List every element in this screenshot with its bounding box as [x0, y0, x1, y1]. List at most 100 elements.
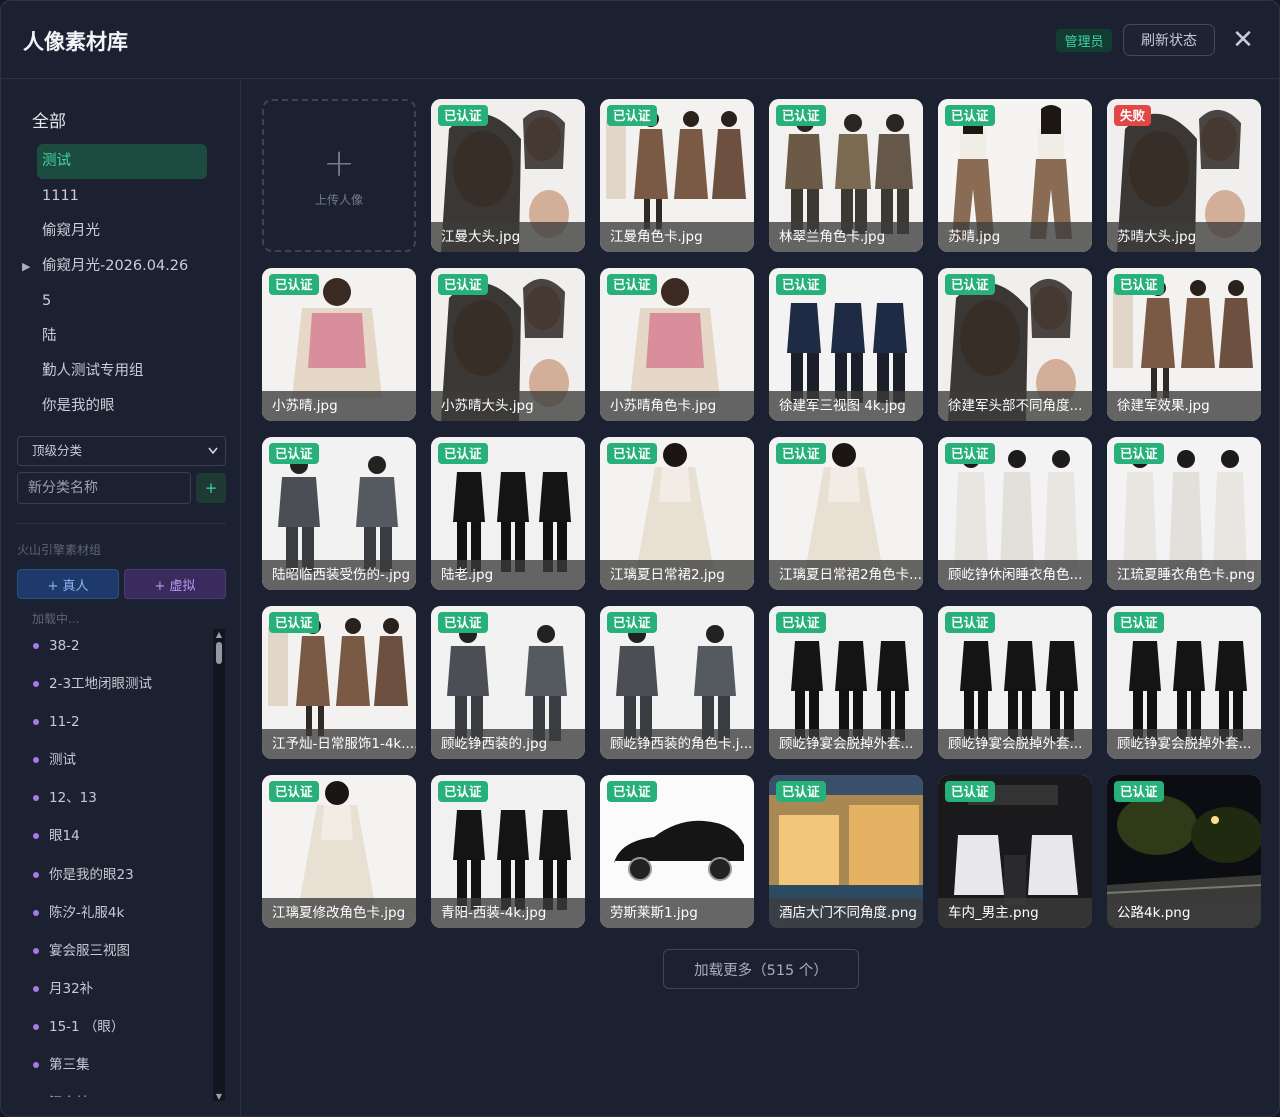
group-item[interactable]: 陈汐-礼服4k	[33, 894, 211, 932]
portrait-tile[interactable]: 已认证 徐建军头部不同角度...	[938, 268, 1092, 421]
group-label: 眼14	[49, 828, 80, 845]
portrait-tile[interactable]: 已认证 江琉夏睡衣角色卡.png	[1107, 437, 1261, 590]
status-badge: 已认证	[269, 781, 319, 802]
portrait-tile[interactable]: 已认证小苏晴大头.jpg	[431, 268, 585, 421]
portrait-tile[interactable]: 已认证 公路4k.png	[1107, 775, 1261, 928]
status-badge: 已认证	[269, 443, 319, 464]
status-badge: 已认证	[438, 781, 488, 802]
file-name-caption: 小苏晴.jpg	[262, 391, 416, 421]
category-item[interactable]: 你是我的眼	[37, 389, 207, 424]
group-list-scrollbar[interactable]: ▲ ▼	[213, 629, 225, 1101]
add-real-person-button[interactable]: + 真人	[17, 569, 119, 599]
portrait-tile[interactable]: 已认证 江璃夏日常裙2角色卡....	[769, 437, 923, 590]
group-item[interactable]: 38-2	[33, 627, 211, 665]
load-more-button[interactable]: 加载更多（515 个）	[663, 949, 859, 989]
portrait-tile[interactable]: 已认证 陆昭临西装受伤的-.jpg	[262, 437, 416, 590]
group-item[interactable]: 2-3工地闭眼测试	[33, 665, 211, 703]
portrait-tile[interactable]: 已认证 小苏晴角色卡.jpg	[600, 268, 754, 421]
expand-arrow-icon[interactable]: ▶	[22, 249, 30, 284]
status-badge: 已认证	[438, 612, 488, 633]
status-badge: 已认证	[945, 612, 995, 633]
portrait-tile[interactable]: 已认证 江曼角色卡.jpg	[600, 99, 754, 252]
group-item[interactable]: 12、13	[33, 779, 211, 817]
status-badge: 已认证	[607, 274, 657, 295]
category-item[interactable]: 陆	[37, 319, 207, 354]
category-item[interactable]: 1111	[37, 179, 207, 214]
new-category-input[interactable]: 新分类名称	[17, 472, 191, 504]
portrait-tile[interactable]: 已认证 顾屹铮宴会脱掉外套...	[938, 606, 1092, 759]
group-item[interactable]: 江宇灿一	[33, 1084, 211, 1097]
portrait-tile[interactable]: 已认证 江璃夏日常裙2.jpg	[600, 437, 754, 590]
portrait-tile[interactable]: 已认证 苏晴.jpg	[938, 99, 1092, 252]
portrait-tile[interactable]: 已认证 青阳-西装-4k.jpg	[431, 775, 585, 928]
portrait-tile[interactable]: 失败 苏晴大头.jpg	[1107, 99, 1261, 252]
portrait-tile[interactable]: 已认证 顾屹铮休闲睡衣角色...	[938, 437, 1092, 590]
add-category-button[interactable]: +	[196, 473, 226, 503]
group-dot-icon	[33, 909, 39, 916]
file-name-caption: 陆老.jpg	[431, 560, 585, 590]
portrait-tile[interactable]: 已认证 江璃夏修改角色卡.jpg	[262, 775, 416, 928]
refresh-status-button[interactable]: 刷新状态	[1123, 24, 1215, 56]
add-virtual-person-button[interactable]: + 虚拟	[124, 569, 226, 599]
scroll-down-icon[interactable]: ▼	[213, 1091, 225, 1101]
file-name-caption: 顾屹铮西装的角色卡.j...	[600, 729, 754, 759]
portrait-tile[interactable]: 已认证 江曼大头.jpg	[431, 99, 585, 252]
portrait-tile[interactable]: 已认证 小苏晴.jpg	[262, 268, 416, 421]
portrait-tile[interactable]: 已认证顾屹铮西装的.jpg	[431, 606, 585, 759]
portrait-tile[interactable]: 已认证 顾屹铮西装的角色卡.j...	[600, 606, 754, 759]
group-item[interactable]: 测试	[33, 741, 211, 779]
close-icon[interactable]: ✕	[1229, 25, 1257, 55]
category-item[interactable]: 偷窥月光	[37, 214, 207, 249]
file-name-caption: 顾屹铮西装的.jpg	[431, 729, 585, 759]
category-all[interactable]: 全部	[32, 107, 66, 132]
group-item[interactable]: 眼14	[33, 817, 211, 855]
portrait-tile[interactable]: 已认证 江予灿-日常服饰1-4k....	[262, 606, 416, 759]
group-label: 月32补	[49, 980, 94, 997]
status-badge: 已认证	[776, 105, 826, 126]
group-dot-icon	[33, 1023, 39, 1030]
group-label: 你是我的眼23	[49, 866, 134, 883]
file-name-caption: 劳斯莱斯1.jpg	[600, 898, 754, 928]
category-item[interactable]: 5	[37, 284, 207, 319]
status-badge: 已认证	[945, 443, 995, 464]
status-badge: 已认证	[438, 274, 488, 295]
file-name-caption: 酒店大门不同角度.png	[769, 898, 923, 928]
portrait-tile[interactable]: 已认证 徐建军效果.jpg	[1107, 268, 1261, 421]
group-item[interactable]: 15-1 （眼）	[33, 1008, 211, 1046]
group-dot-icon	[33, 757, 39, 764]
file-name-caption: 江璃夏日常裙2角色卡....	[769, 560, 923, 590]
portrait-tile[interactable]: 已认证 徐建军三视图 4k.jpg	[769, 268, 923, 421]
portrait-tile[interactable]: 已认证 陆老.jpg	[431, 437, 585, 590]
scroll-up-icon[interactable]: ▲	[213, 629, 225, 639]
group-label: 2-3工地闭眼测试	[49, 676, 153, 693]
category-item[interactable]: 勤人测试专用组	[37, 354, 207, 389]
group-item[interactable]: 11-2	[33, 703, 211, 741]
group-label: 11-2	[49, 714, 80, 731]
sidebar-divider	[17, 523, 226, 524]
file-name-caption: 小苏晴大头.jpg	[431, 391, 585, 421]
group-label: 38-2	[49, 638, 80, 654]
portrait-tile[interactable]: 已认证酒店大门不同角度.png	[769, 775, 923, 928]
category-label: 1111	[42, 188, 79, 204]
admin-badge: 管理员	[1056, 29, 1112, 52]
portrait-tile[interactable]: 已认证 顾屹铮宴会脱掉外套...	[769, 606, 923, 759]
group-item[interactable]: 你是我的眼23	[33, 856, 211, 894]
portrait-tile[interactable]: 已认证 劳斯莱斯1.jpg	[600, 775, 754, 928]
group-item[interactable]: 第三集	[33, 1046, 211, 1084]
group-item[interactable]: 月32补	[33, 970, 211, 1008]
file-name-caption: 车内_男主.png	[938, 898, 1092, 928]
scrollbar-thumb[interactable]	[216, 642, 222, 664]
group-dot-icon	[33, 947, 39, 954]
category-item[interactable]: 测试	[37, 144, 207, 179]
file-name-caption: 林翠兰角色卡.jpg	[769, 222, 923, 252]
portrait-tile[interactable]: 已认证林翠兰角色卡.jpg	[769, 99, 923, 252]
group-item[interactable]: 宴会服三视图	[33, 932, 211, 970]
portrait-tile[interactable]: 已认证 车内_男主.png	[938, 775, 1092, 928]
portrait-tile[interactable]: 已认证 顾屹铮宴会脱掉外套...	[1107, 606, 1261, 759]
parent-category-select[interactable]: 顶级分类	[17, 436, 226, 466]
upload-portrait-tile[interactable]: + 上传人像	[262, 99, 416, 252]
status-badge: 已认证	[607, 105, 657, 126]
category-label: 勤人测试专用组	[42, 363, 144, 379]
category-item[interactable]: ▶ 偷窥月光-2026.04.26	[22, 249, 207, 284]
status-badge: 已认证	[776, 781, 826, 802]
